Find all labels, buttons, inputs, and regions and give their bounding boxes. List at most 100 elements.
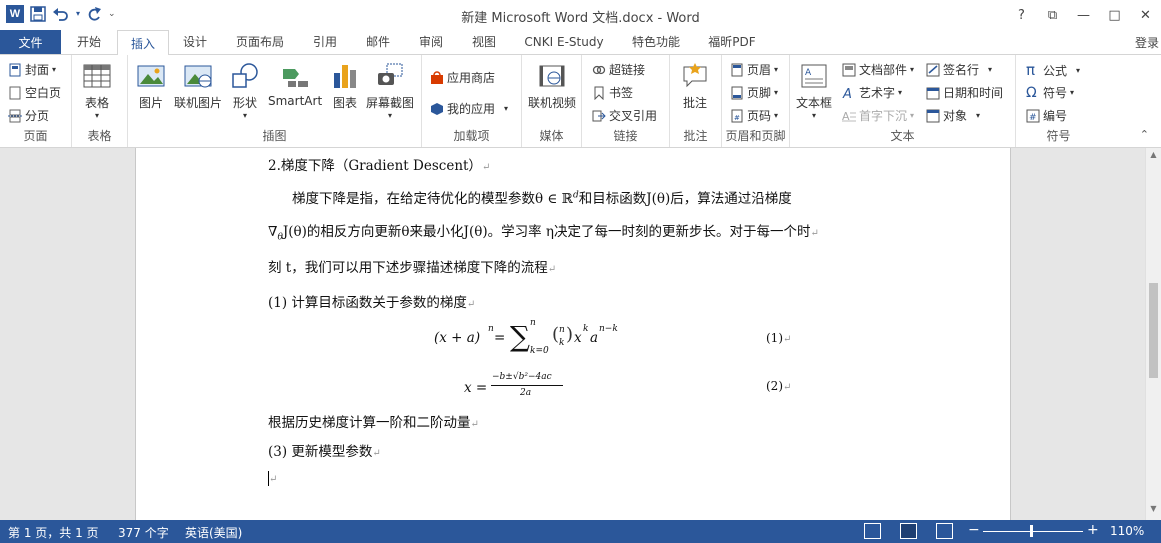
document-page[interactable]: 2.梯度下降（Gradient Descent）↵ 梯度下降是指，在给定待优化的… [135,148,1011,520]
tab-file[interactable]: 文件 [0,30,61,54]
minimize-button[interactable]: — [1068,0,1099,30]
vertical-scrollbar[interactable]: ▲ ▼ [1145,148,1161,520]
footer-button[interactable]: 页脚 ▾ [730,84,778,101]
equation-1-number: (1)↵ [766,331,791,345]
group-illustrations-label: 插图 [262,129,287,143]
paragraph-mark: ↵ [470,419,479,430]
tab-insert[interactable]: 插入 [117,30,169,55]
scroll-down-icon[interactable]: ▼ [1146,504,1161,518]
word-count[interactable]: 377 个字 [118,524,169,541]
zoom-out-button[interactable]: − [968,522,980,538]
store-label: 应用商店 [447,71,496,85]
numbering-button[interactable]: # 编号 [1026,107,1067,124]
textbox-label: 文本框 [796,96,833,110]
svg-text:#: # [1029,113,1037,123]
page-count[interactable]: 第 1 页，共 1 页 [8,524,99,541]
drop-cap-button[interactable]: A 首字下沉 ▾ [842,107,914,124]
print-layout-icon[interactable] [900,523,917,539]
tab-foxit-pdf[interactable]: 福昕PDF [699,30,765,53]
cover-page-button[interactable]: 封面 ▾ [8,61,56,78]
numbering-icon: # [1026,109,1040,123]
eq2-fraction-bar [491,385,563,386]
paragraph-mark: ↵ [269,474,278,485]
online-video-button[interactable]: 联机视频 [528,61,576,111]
language-indicator[interactable]: 英语(美国) [185,524,242,541]
group-addins-label: 加载项 [453,129,490,143]
sign-in-link[interactable]: 登录 [1135,34,1159,51]
textbox-button[interactable]: A 文本框 ▾ [796,61,832,120]
table-button[interactable]: 表格 ▾ [82,61,112,120]
page-number-button[interactable]: # 页码 ▾ [730,107,778,124]
pi-icon: π [1026,61,1036,79]
picture-label: 图片 [138,96,163,110]
equation-2-number: (2)↵ [766,379,791,393]
bookmark-button[interactable]: 书签 [592,84,633,101]
picture-button[interactable]: 图片 [136,61,166,111]
symbol-button[interactable]: Ω 符号 ▾ [1026,84,1074,101]
equation-button[interactable]: π 公式 ▾ [1026,61,1080,79]
numbering-label: 编号 [1043,109,1068,123]
help-button[interactable]: ? [1006,0,1037,30]
paragraph-mark: ↵ [810,228,819,239]
zoom-level[interactable]: 110% [1110,524,1144,538]
cross-reference-button[interactable]: 交叉引用 [592,107,657,124]
tab-view[interactable]: 视图 [461,30,507,53]
tab-page-layout[interactable]: 页面布局 [228,30,292,53]
group-media: 联机视频 媒体 [522,55,582,147]
tab-home[interactable]: 开始 [66,30,112,53]
my-apps-button[interactable]: 我的应用 ▾ [430,100,508,117]
footer-label: 页脚 [747,86,772,100]
group-header-footer: 页眉 ▾ 页脚 ▾ # 页码 ▾ 页眉和页脚 [722,55,790,147]
hyperlink-label: 超链接 [609,63,646,77]
online-picture-button[interactable]: 联机图片 [174,61,222,111]
object-button[interactable]: 对象 ▾ [926,107,980,124]
quick-parts-button[interactable]: 文档部件 ▾ [842,61,914,78]
smartart-button[interactable]: SmartArt [268,61,322,108]
restore-button[interactable]: □ [1099,0,1130,30]
zoom-slider-thumb[interactable] [1030,525,1033,537]
window-controls: ? ⧉ — □ ✕ [1006,0,1161,30]
eq1-rhs-x: x [574,330,582,346]
signature-line-button[interactable]: 签名行 ▾ [926,61,992,78]
step-2-text: 根据历史梯度计算一阶和二阶动量 [268,415,471,431]
page-break-button[interactable]: 分页 [8,107,49,124]
read-mode-icon[interactable] [864,523,881,539]
tab-mailings[interactable]: 邮件 [355,30,401,53]
paragraph-mark: ↵ [547,264,557,275]
tab-features[interactable]: 特色功能 [623,30,689,53]
tab-review[interactable]: 审阅 [408,30,454,53]
blank-page-button[interactable]: 空白页 [8,84,61,101]
scroll-up-icon[interactable]: ▲ [1146,150,1161,164]
web-layout-icon[interactable] [936,523,953,539]
date-time-button[interactable]: 日期和时间 [926,84,1003,101]
picture-icon [137,65,165,87]
close-button[interactable]: ✕ [1130,0,1161,30]
tab-design[interactable]: 设计 [172,30,218,53]
eq1-lhs: (x + a) [434,330,481,346]
group-tables: 表格 ▾ 表格 [72,55,128,147]
shapes-button[interactable]: 形状 ▾ [230,61,260,120]
tab-cnki[interactable]: CNKI E-Study [515,30,613,53]
store-button[interactable]: 应用商店 [430,69,495,86]
ribbon-display-options-button[interactable]: ⧉ [1037,0,1068,30]
eq1-paren-right: ) [566,324,574,345]
collapse-ribbon-icon[interactable]: ⌃ [1140,128,1149,141]
group-comments-label: 批注 [683,129,708,143]
zoom-slider-track[interactable] [983,531,1083,532]
drop-cap-label: 首字下沉 [859,109,908,123]
scroll-thumb[interactable] [1149,283,1158,378]
eq1-equals: = [494,330,506,346]
hyperlink-icon [592,65,606,74]
object-label: 对象 [943,109,968,123]
tab-references[interactable]: 引用 [302,30,348,53]
wordart-button[interactable]: A 艺术字 ▾ [842,84,902,101]
chart-button[interactable]: 图表 [330,61,360,111]
eq2-denominator: 2a [520,388,532,398]
comment-button[interactable]: 批注 [680,61,710,111]
screenshot-icon [378,63,403,85]
document-area: 2.梯度下降（Gradient Descent）↵ 梯度下降是指，在给定待优化的… [0,148,1145,520]
header-button[interactable]: 页眉 ▾ [730,61,778,78]
hyperlink-button[interactable]: 超链接 [592,61,645,78]
screenshot-button[interactable]: 屏幕截图 ▾ [366,61,414,120]
zoom-in-button[interactable]: + [1087,522,1099,538]
